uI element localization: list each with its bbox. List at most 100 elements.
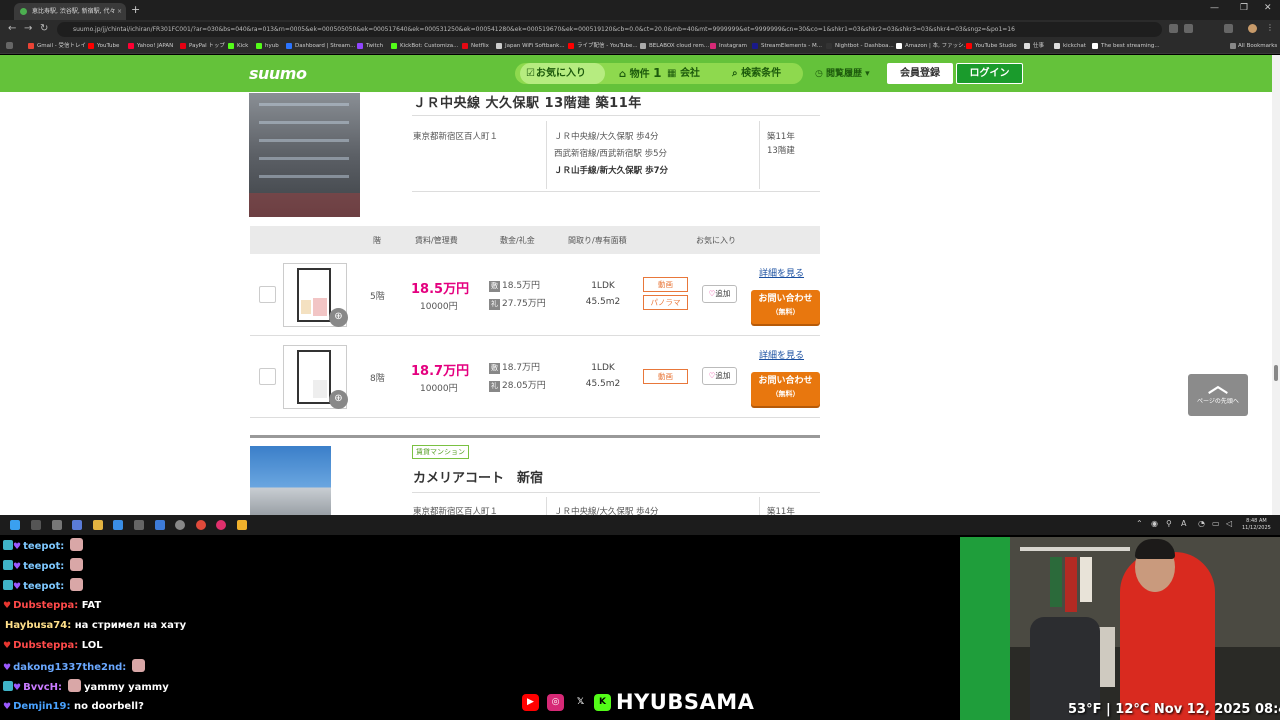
bookmark-item[interactable]: The best streaming... xyxy=(1092,41,1160,51)
details-link[interactable]: 詳細を見る xyxy=(759,348,804,361)
bookmark-item[interactable]: Yahoo! JAPAN xyxy=(128,41,173,51)
chat-username[interactable]: teepot xyxy=(23,541,60,552)
bookmark-item[interactable]: Dashboard | Stream... xyxy=(286,41,355,51)
video-tag[interactable]: 動画 xyxy=(643,277,688,292)
bookmark-item[interactable]: PayPal トップ xyxy=(180,41,225,51)
new-tab-button[interactable]: + xyxy=(131,3,140,16)
bookmark-item[interactable]: Amazon | 本, ファッシ... xyxy=(896,41,969,51)
media-icon[interactable] xyxy=(216,520,226,530)
properties-link[interactable]: ⌂ 物件 1 xyxy=(619,63,661,84)
notes-icon[interactable] xyxy=(237,520,247,530)
property-title[interactable]: カメリアコート 新宿 xyxy=(413,467,543,486)
chat-username[interactable]: teepot xyxy=(23,581,60,592)
tray-app-icon[interactable]: ◉ xyxy=(1151,519,1158,528)
browser-tab-active[interactable]: 恵比寿駅, 渋谷駅, 新宿駅, 代々 × xyxy=(14,3,126,20)
bookmark-item[interactable]: BELABOX cloud rem... xyxy=(640,41,709,51)
task-view-icon[interactable] xyxy=(52,520,62,530)
chat-username[interactable]: dakong1337the2nd xyxy=(13,662,122,673)
building-photo[interactable] xyxy=(249,93,360,217)
network-icon[interactable]: ▭ xyxy=(1212,519,1220,528)
video-tag[interactable]: 動画 xyxy=(643,369,688,384)
bookmark-star-icon[interactable] xyxy=(1184,24,1193,33)
forward-icon[interactable]: → xyxy=(24,23,32,34)
bookmark-item[interactable]: YouTube xyxy=(88,41,119,51)
chat-username[interactable]: Demjin19 xyxy=(13,701,66,712)
chat-username[interactable]: BvvcH xyxy=(23,682,58,693)
bookmark-item[interactable]: Kick xyxy=(228,41,248,51)
volume-icon[interactable]: ◁ xyxy=(1226,519,1232,528)
bookmark-item[interactable]: ライブ配信 - YouTube... xyxy=(568,41,638,51)
copilot-icon[interactable] xyxy=(72,520,82,530)
bookmark-item[interactable]: KickBot: Customiza... xyxy=(391,41,458,51)
tab-title: 恵比寿駅, 渋谷駅, 新宿駅, 代々 xyxy=(32,8,116,15)
extensions-icon[interactable] xyxy=(1224,24,1233,33)
register-button[interactable]: 会員登録 xyxy=(887,63,953,84)
unit-rent: 18.7万円 xyxy=(411,364,470,379)
file-explorer-icon[interactable] xyxy=(93,520,103,530)
inquiry-button[interactable]: お問い合わせ （無料） xyxy=(751,372,820,406)
reload-icon[interactable]: ↻ xyxy=(40,23,48,34)
apps-grid-icon[interactable] xyxy=(6,42,13,49)
chat-username[interactable]: Dubsteppa xyxy=(13,640,74,651)
taskbar-clock[interactable]: 8:48 AM 11/12/2025 xyxy=(1242,518,1271,532)
language-icon[interactable]: A xyxy=(1181,519,1186,528)
bookmark-item[interactable]: StreamElements - M... xyxy=(752,41,822,51)
property-title[interactable]: ＪＲ中央線 大久保駅 13階建 築11年 xyxy=(413,92,642,111)
row-checkbox[interactable] xyxy=(259,286,276,303)
suumo-logo[interactable]: suumo xyxy=(249,64,307,83)
login-button[interactable]: ログイン xyxy=(956,63,1023,84)
chat-username[interactable]: Haybusa74 xyxy=(5,620,67,631)
bookmark-item[interactable]: Instagram xyxy=(710,41,747,51)
url-input[interactable]: suumo.jp/jj/chintai/ichiran/FR301FC001/?… xyxy=(57,22,1162,37)
search-icon[interactable] xyxy=(31,520,41,530)
close-tab-icon[interactable]: × xyxy=(117,3,122,20)
details-link[interactable]: 詳細を見る xyxy=(759,266,804,279)
wifi-icon[interactable]: ◔ xyxy=(1198,519,1205,528)
bookmarks-bar: Gmail - 受信トレイ YouTube Yahoo! JAPAN PayPa… xyxy=(0,39,1280,54)
bookmark-item[interactable]: 仕事 xyxy=(1024,41,1044,51)
bookmark-item[interactable]: Netflix xyxy=(462,41,489,51)
terminal-icon[interactable] xyxy=(134,520,144,530)
bookmark-item[interactable]: Nightbot - Dashboa... xyxy=(826,41,894,51)
history-dropdown[interactable]: ◷ 閲覧履歴 ▾ xyxy=(815,66,870,79)
search-icon[interactable] xyxy=(1169,24,1178,33)
building-photo[interactable] xyxy=(250,446,331,515)
mic-icon[interactable]: ⚲ xyxy=(1166,519,1172,528)
bookmark-item[interactable]: Gmail - 受信トレイ xyxy=(28,41,86,51)
zoom-icon[interactable]: ⊕ xyxy=(329,390,348,409)
tray-chevron-icon[interactable]: ⌃ xyxy=(1136,519,1143,528)
bookmark-item[interactable]: Twitch xyxy=(357,41,383,51)
bookmark-item[interactable]: kickchat xyxy=(1054,41,1086,51)
scrollbar-thumb[interactable] xyxy=(1274,365,1278,381)
panorama-tag[interactable]: パノラマ xyxy=(643,295,688,310)
app-icon[interactable] xyxy=(155,520,165,530)
row-checkbox[interactable] xyxy=(259,368,276,385)
property-type-badge: 賃貸マンション xyxy=(412,445,469,459)
add-favorite-button[interactable]: ♡追加 xyxy=(702,285,737,303)
chrome-icon[interactable] xyxy=(196,520,206,530)
bookmark-item[interactable]: Japan WiFi Softbank... xyxy=(496,41,565,51)
search-conditions-link[interactable]: ⌕ 検索条件 xyxy=(732,63,781,84)
scrollbar-track[interactable] xyxy=(1272,55,1280,515)
menu-dots-icon[interactable]: ⋮ xyxy=(1266,23,1275,32)
start-icon[interactable] xyxy=(10,520,20,530)
profile-avatar[interactable] xyxy=(1248,24,1257,33)
minimize-icon[interactable]: — xyxy=(1210,3,1219,13)
bookmark-item[interactable]: hyub xyxy=(256,41,279,51)
chat-username[interactable]: Dubsteppa xyxy=(13,600,74,611)
companies-link[interactable]: ▦ 会社 xyxy=(667,63,700,84)
bookmark-item[interactable]: YouTube Studio xyxy=(966,41,1017,51)
page-top-button[interactable]: ︿ ページの先頭へ xyxy=(1188,374,1248,416)
store-icon[interactable] xyxy=(113,520,123,530)
close-window-icon[interactable]: ✕ xyxy=(1264,3,1272,13)
inquiry-button[interactable]: お問い合わせ （無料） xyxy=(751,290,820,324)
add-favorite-button[interactable]: ♡追加 xyxy=(702,367,737,385)
heart-badge-icon: ♥ xyxy=(3,600,12,611)
zoom-icon[interactable]: ⊕ xyxy=(329,308,348,327)
back-icon[interactable]: ← xyxy=(8,23,16,34)
favorites-button[interactable]: ☑ お気に入り xyxy=(520,63,605,84)
chat-username[interactable]: teepot xyxy=(23,561,60,572)
maximize-icon[interactable]: ❐ xyxy=(1240,3,1248,13)
all-bookmarks[interactable]: All Bookmarks xyxy=(1230,41,1277,51)
obs-icon[interactable] xyxy=(175,520,185,530)
